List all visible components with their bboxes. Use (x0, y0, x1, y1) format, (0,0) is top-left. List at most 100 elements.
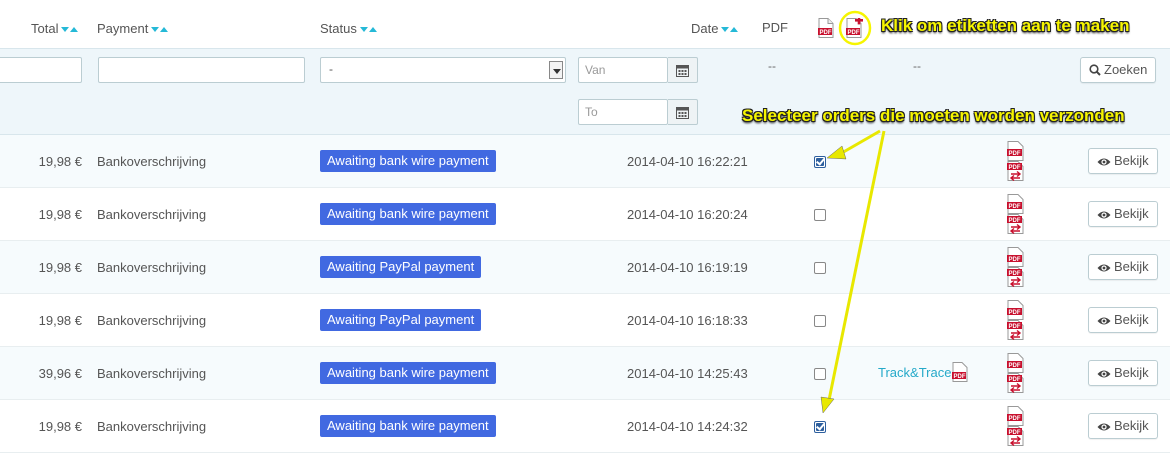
col-date[interactable]: Date (691, 20, 739, 36)
date-from-input[interactable]: Van (578, 57, 668, 83)
svg-text:PDF: PDF (1009, 363, 1021, 369)
status-badge: Awaiting PayPal payment (320, 309, 482, 331)
col-payment-label: Payment (97, 21, 149, 36)
view-button[interactable]: Bekijk (1088, 148, 1158, 174)
view-button-label: Bekijk (1114, 312, 1149, 327)
svg-text:PDF: PDF (1009, 204, 1021, 210)
sort-arrows-icon[interactable] (151, 20, 169, 35)
pdf-return-icon[interactable]: PDF PDF (1007, 353, 1025, 396)
order-total: 19,98 € (38, 260, 82, 275)
view-button-label: Bekijk (1114, 206, 1149, 221)
table-row[interactable]: 19,98 € Bankoverschrijving Awaiting bank w… (0, 135, 1170, 188)
total-filter-input[interactable] (0, 57, 82, 83)
eye-icon (1097, 423, 1111, 431)
view-button-label: Bekijk (1114, 418, 1149, 433)
status-badge: Awaiting bank wire payment (320, 150, 496, 172)
pdf-return-icon[interactable]: PDF PDF (1007, 194, 1025, 237)
svg-text:PDF: PDF (1009, 271, 1021, 277)
view-button-label: Bekijk (1114, 259, 1149, 274)
col-pdf-label: PDF (762, 20, 788, 35)
svg-text:PDF: PDF (1009, 218, 1021, 224)
pdf-filter-dash: -- (768, 59, 776, 73)
eye-icon (1097, 264, 1111, 272)
status-badge: Awaiting bank wire payment (320, 203, 496, 225)
svg-text:PDF: PDF (1009, 310, 1021, 316)
order-total: 39,96 € (38, 366, 82, 381)
order-date: 2014-04-10 16:20:24 (627, 207, 748, 222)
order-payment: Bankoverschrijving (97, 419, 207, 434)
pdf-return-icon[interactable]: PDF PDF (1007, 141, 1025, 184)
ship-select-checkbox[interactable] (814, 209, 826, 221)
calendar-icon[interactable] (668, 99, 698, 125)
order-payment: Bankoverschrijving (97, 366, 207, 381)
annotation-select-orders: Selecteer orders die moeten worden verzo… (742, 106, 1125, 125)
order-total: 19,98 € (38, 419, 82, 434)
svg-text:PDF: PDF (1009, 324, 1021, 330)
ship-select-checkbox[interactable] (814, 421, 826, 433)
table-row[interactable]: 39,96 € Bankoverschrijving Awaiting bank w… (0, 347, 1170, 400)
view-button-label: Bekijk (1114, 153, 1149, 168)
ship-select-checkbox[interactable] (814, 368, 826, 380)
track-trace-link[interactable]: Track&Trace (878, 365, 951, 380)
order-date: 2014-04-10 16:22:21 (627, 154, 748, 169)
svg-text:PDF: PDF (1009, 377, 1021, 383)
eye-icon (1097, 317, 1111, 325)
search-button-label: Zoeken (1104, 62, 1148, 77)
col-status[interactable]: Status (320, 20, 378, 36)
col-payment[interactable]: Payment (97, 20, 169, 36)
labels-filter-dash: -- (913, 59, 921, 73)
view-button[interactable]: Bekijk (1088, 307, 1158, 333)
order-total: 19,98 € (38, 313, 82, 328)
pdf-icon[interactable]: PDF (952, 362, 970, 385)
sort-arrows-icon[interactable] (61, 20, 79, 35)
view-button[interactable]: Bekijk (1088, 254, 1158, 280)
sort-arrows-icon[interactable] (359, 20, 378, 35)
order-payment: Bankoverschrijving (97, 260, 207, 275)
order-date: 2014-04-10 16:19:19 (627, 260, 748, 275)
sort-arrows-icon[interactable] (721, 20, 739, 35)
calendar-icon[interactable] (668, 57, 698, 83)
pdf-return-icon[interactable]: PDF PDF (1007, 406, 1025, 449)
status-badge: Awaiting bank wire payment (320, 415, 496, 437)
eye-icon (1097, 211, 1111, 219)
status-badge: Awaiting PayPal payment (320, 256, 482, 278)
pdf-add-icon[interactable]: PDF (846, 16, 864, 41)
table-row[interactable]: 19,98 € Bankoverschrijving Awaiting PayPal… (0, 241, 1170, 294)
search-icon (1089, 64, 1101, 76)
order-date: 2014-04-10 14:24:32 (627, 419, 748, 434)
col-total-label: Total (31, 21, 59, 36)
payment-filter-input[interactable] (98, 57, 305, 83)
order-payment: Bankoverschrijving (97, 154, 207, 169)
col-total[interactable]: Total (31, 20, 79, 36)
order-date: 2014-04-10 14:25:43 (627, 366, 748, 381)
view-button[interactable]: Bekijk (1088, 201, 1158, 227)
order-total: 19,98 € (38, 207, 82, 222)
col-status-label: Status (320, 21, 357, 36)
ship-select-checkbox[interactable] (814, 156, 826, 168)
view-button[interactable]: Bekijk (1088, 413, 1158, 439)
date-to-input[interactable]: To (578, 99, 668, 125)
order-payment: Bankoverschrijving (97, 207, 207, 222)
ship-select-checkbox[interactable] (814, 262, 826, 274)
pdf-icon[interactable]: PDF (818, 18, 834, 41)
eye-icon (1097, 158, 1111, 166)
status-filter-select[interactable]: - (320, 57, 566, 83)
table-row[interactable]: 19,98 € Bankoverschrijving Awaiting bank w… (0, 188, 1170, 241)
view-button[interactable]: Bekijk (1088, 360, 1158, 386)
view-button-label: Bekijk (1114, 365, 1149, 380)
table-row[interactable]: 19,98 € Bankoverschrijving Awaiting PayPal… (0, 294, 1170, 347)
svg-text:PDF: PDF (848, 30, 860, 36)
order-payment: Bankoverschrijving (97, 313, 207, 328)
pdf-return-icon[interactable]: PDF PDF (1007, 247, 1025, 290)
chevron-down-icon[interactable] (549, 61, 563, 79)
pdf-return-icon[interactable]: PDF PDF (1007, 300, 1025, 343)
ship-select-checkbox[interactable] (814, 315, 826, 327)
svg-text:PDF: PDF (1009, 257, 1021, 263)
svg-text:PDF: PDF (954, 374, 966, 380)
search-button[interactable]: Zoeken (1080, 57, 1157, 83)
svg-text:PDF: PDF (1009, 430, 1021, 436)
svg-text:PDF: PDF (1009, 151, 1021, 157)
eye-icon (1097, 370, 1111, 378)
table-row[interactable]: 19,98 € Bankoverschrijving Awaiting bank w… (0, 400, 1170, 453)
svg-text:PDF: PDF (820, 30, 832, 36)
